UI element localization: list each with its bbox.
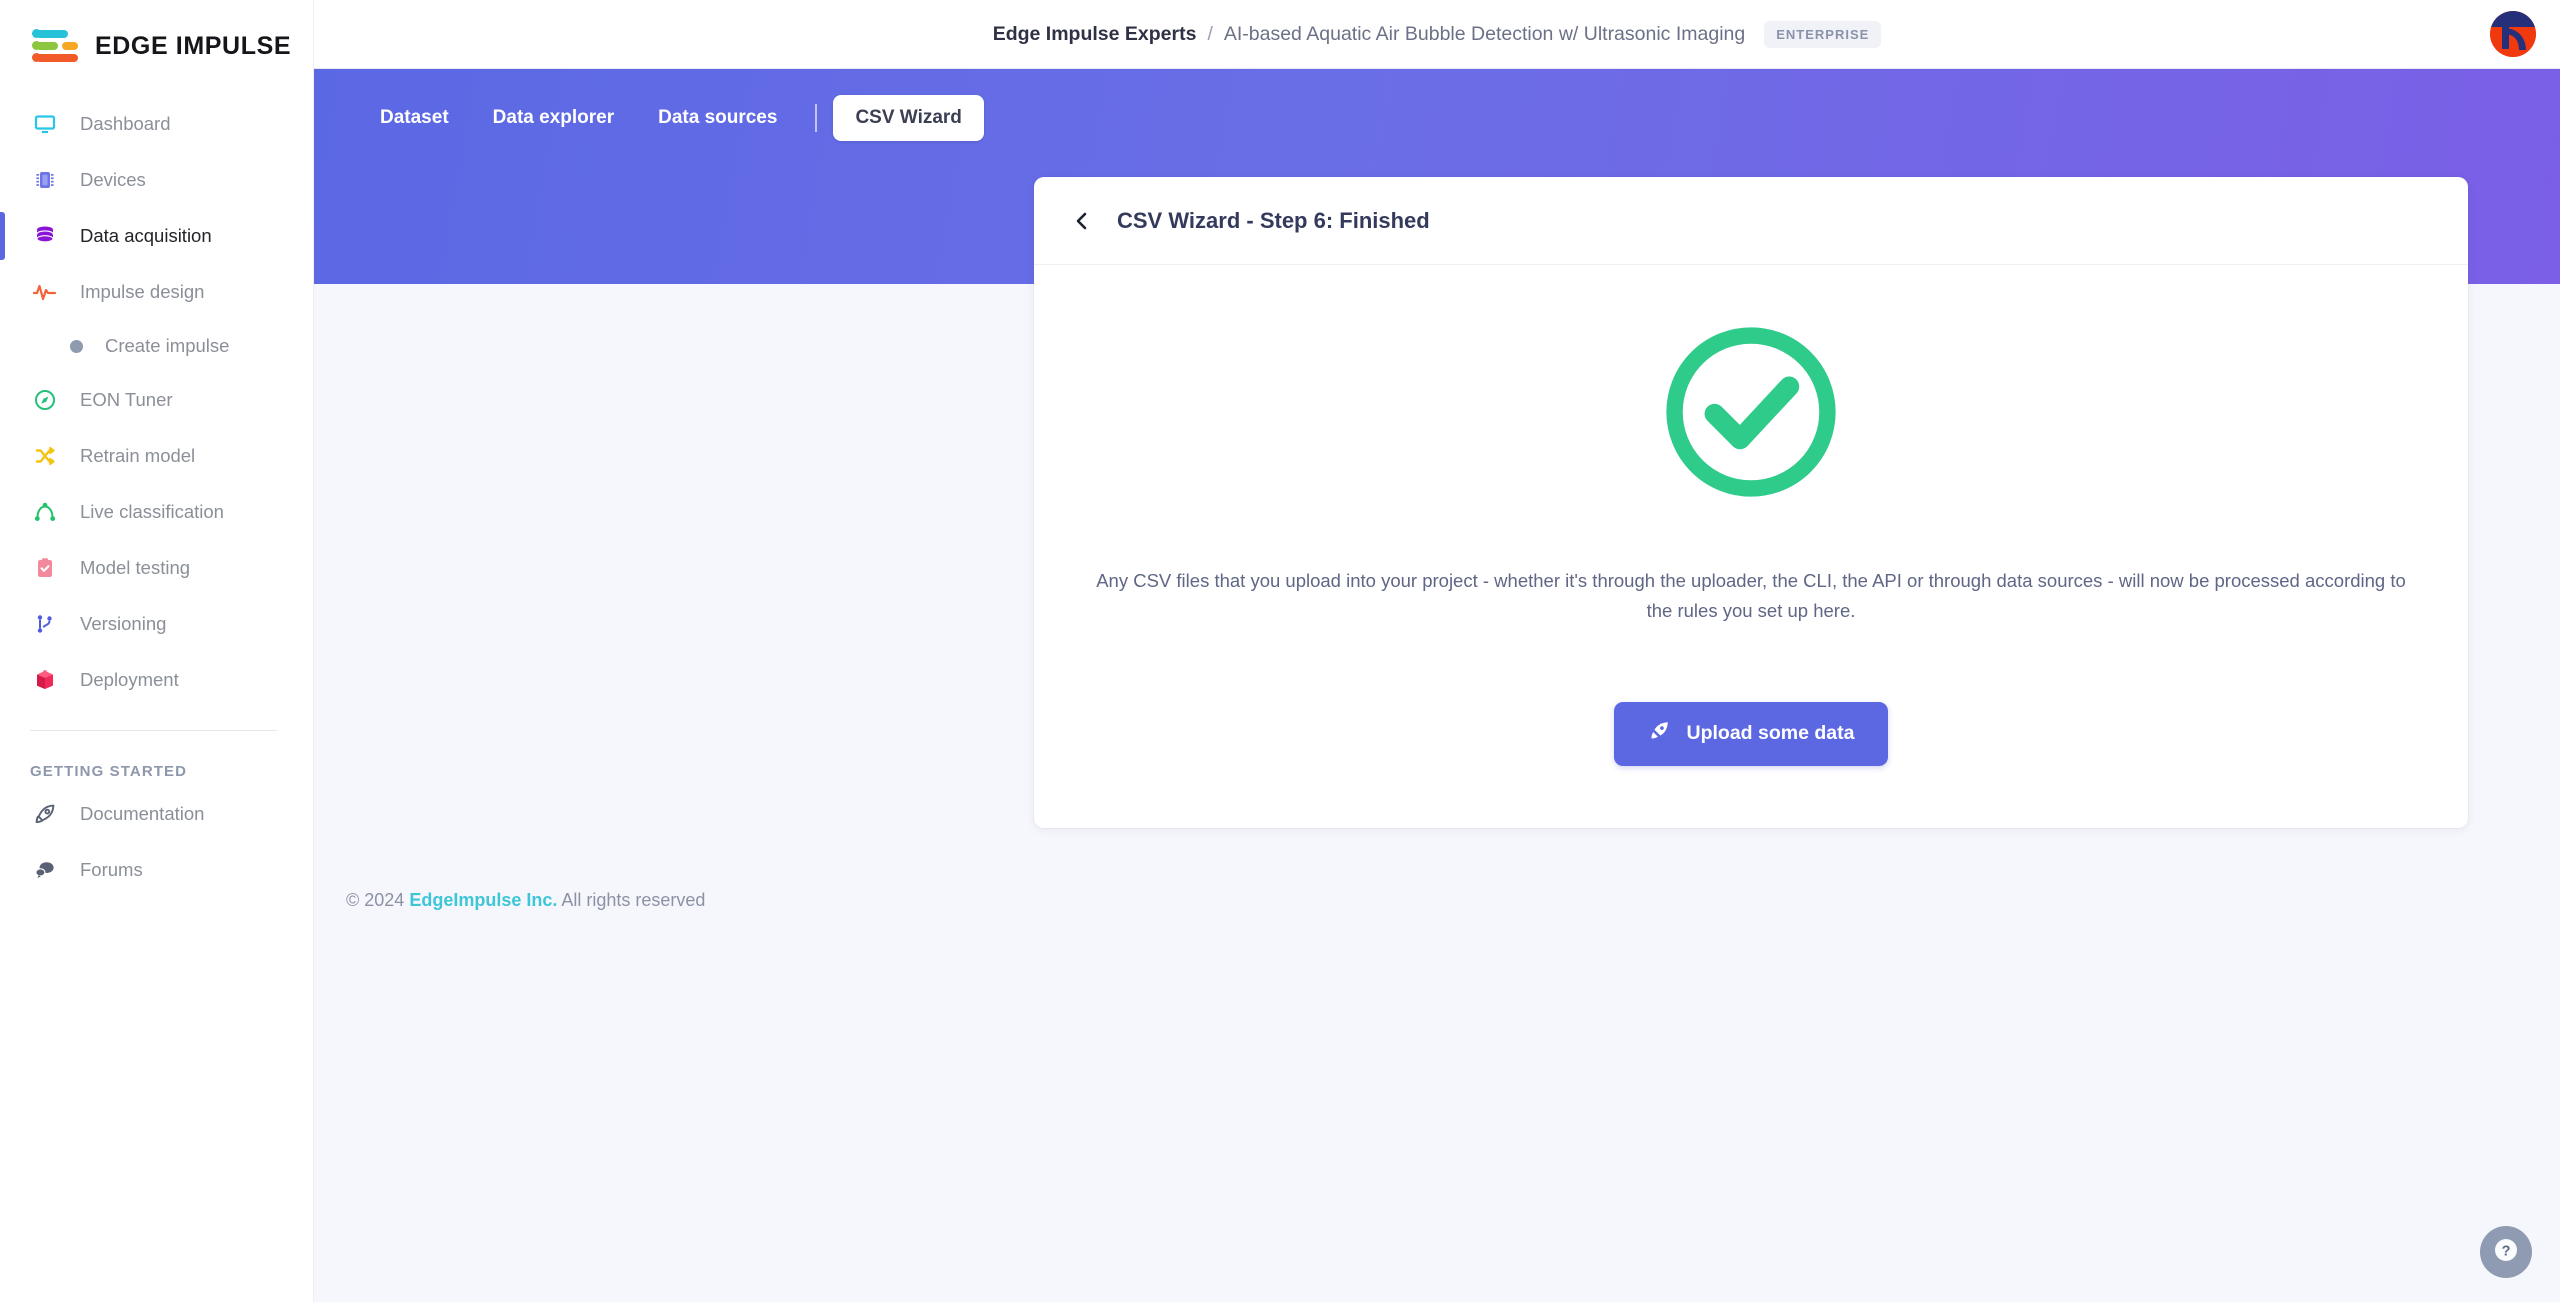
breadcrumb-project[interactable]: AI-based Aquatic Air Bubble Detection w/… [1224,23,1745,46]
sidebar-subitem-label: Create impulse [105,335,230,356]
sidebar-item-label: Impulse design [80,281,205,302]
sidebar-item-label: Model testing [80,557,191,578]
edge-impulse-logo[interactable]: EDGE IMPULSE [32,27,291,65]
sidebar-item-retrain-model[interactable]: Retrain model [0,428,313,484]
help-button[interactable]: ? [2480,1226,2532,1278]
compass-icon [32,387,58,413]
top-bar: Edge Impulse Experts / AI-based Aquatic … [314,0,2560,69]
dot-icon [70,339,83,353]
sidebar-item-label: Data acquisition [80,225,212,246]
sidebar-item-label: Documentation [80,803,205,824]
question-mark-icon: ? [2493,1237,2519,1268]
breadcrumb-org[interactable]: Edge Impulse Experts [993,23,1197,46]
sidebar-item-deployment[interactable]: Deployment [0,652,313,708]
footer: © 2024 EdgeImpulse Inc. All rights reser… [314,890,705,911]
box-icon [32,667,58,693]
tab-divider [815,104,818,132]
sidebar-item-label: Dashboard [80,113,171,134]
chat-icon [32,857,58,883]
sidebar-item-label: Retrain model [80,445,196,466]
sidebar-item-dashboard[interactable]: Dashboard [0,96,313,152]
rocket-icon [1648,720,1670,748]
upload-some-data-button[interactable]: Upload some data [1613,701,1889,766]
tab-dataset[interactable]: Dataset [358,95,471,141]
footer-company[interactable]: EdgeImpulse Inc. [409,890,557,910]
sidebar-item-label: Devices [80,169,146,190]
sidebar-item-impulse-design[interactable]: Impulse design [0,264,313,320]
sidebar-item-label: Versioning [80,613,167,634]
sidebar-item-label: EON Tuner [80,389,173,410]
card-actions: Upload some data [1090,701,2412,766]
footer-copyright: © 2024 [346,890,405,910]
shuffle-icon [32,443,58,469]
chip-icon [32,167,58,193]
sidebar-item-create-impulse[interactable]: Create impulse [0,320,313,372]
database-icon [32,223,58,249]
clipboard-check-icon [32,555,58,581]
sidebar-item-forums[interactable]: Forums [0,842,313,898]
sidebar-item-eon-tuner[interactable]: EON Tuner [0,372,313,428]
svg-text:?: ? [2502,1243,2511,1259]
rocket-icon [32,801,58,827]
sidebar-item-label: Live classification [80,501,224,522]
tab-data-explorer[interactable]: Data explorer [471,95,636,141]
csv-wizard-card: CSV Wizard - Step 6: Finished Any CSV fi… [1034,177,2468,828]
app-root: EDGE IMPULSE Dashboard Devices Data acqu… [0,0,2560,1302]
sidebar-section-title: GETTING STARTED [30,763,188,780]
sidebar-item-versioning[interactable]: Versioning [0,596,313,652]
sidebar-item-live-classification[interactable]: Live classification [0,484,313,540]
tab-bar: Dataset Data explorer Data sources CSV W… [314,69,2560,141]
card-header: CSV Wizard - Step 6: Finished [1034,177,2468,265]
success-check-container [1090,321,2412,508]
git-branch-icon [32,611,58,637]
breadcrumb: Edge Impulse Experts / AI-based Aquatic … [314,20,2560,48]
logo-container[interactable]: EDGE IMPULSE [0,0,313,92]
logo-text: EDGE IMPULSE [95,31,292,60]
sidebar-item-data-acquisition[interactable]: Data acquisition [0,208,313,264]
avatar[interactable] [2490,11,2536,57]
tab-data-sources[interactable]: Data sources [636,95,799,141]
card-title: CSV Wizard - Step 6: Finished [1117,207,1430,233]
back-chevron-icon[interactable] [1067,206,1097,236]
sidebar-item-label: Forums [80,859,143,880]
success-check-icon [1660,321,1842,508]
sidebar-item-documentation[interactable]: Documentation [0,786,313,842]
logo-mark-icon [32,27,82,65]
sidebar: EDGE IMPULSE Dashboard Devices Data acqu… [0,0,314,1302]
breadcrumb-separator: / [1207,22,1213,45]
plan-badge: ENTERPRISE [1764,20,1882,48]
tab-csv-wizard[interactable]: CSV Wizard [833,95,984,141]
sidebar-item-devices[interactable]: Devices [0,152,313,208]
upload-button-label: Upload some data [1686,722,1855,745]
pulse-icon [32,279,58,305]
sidebar-item-model-testing[interactable]: Model testing [0,540,313,596]
card-description: Any CSV files that you upload into your … [1096,570,2406,621]
sidebar-nav: Dashboard Devices Data acquisition Impul… [0,92,313,898]
card-body: Any CSV files that you upload into your … [1034,265,2468,828]
sidebar-item-label: Deployment [80,669,179,690]
main-content: Edge Impulse Experts / AI-based Aquatic … [314,0,2560,1302]
footer-rights: All rights reserved [561,890,706,910]
monitor-icon [32,111,58,137]
network-icon [32,499,58,525]
